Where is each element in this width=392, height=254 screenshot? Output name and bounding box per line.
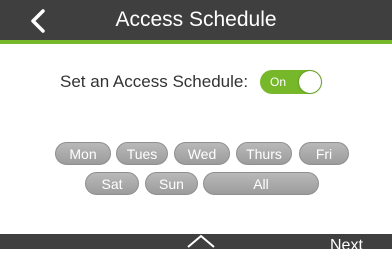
page-title: Access Schedule [115, 8, 277, 31]
day-button-all[interactable]: All [203, 172, 319, 195]
day-button-tues[interactable]: Tues [116, 142, 168, 165]
day-button-mon[interactable]: Mon [55, 142, 111, 165]
day-button-thurs[interactable]: Thurs [236, 142, 292, 165]
header-bar: Access Schedule [0, 0, 392, 44]
access-schedule-label: Set an Access Schedule: [60, 72, 249, 91]
chevron-left-icon [31, 9, 45, 33]
toggle-knob [299, 71, 321, 93]
day-button-sun[interactable]: Sun [145, 172, 198, 195]
next-button[interactable]: Next [330, 238, 363, 254]
day-button-wed[interactable]: Wed [174, 142, 230, 165]
toggle-state-label: On [270, 75, 287, 89]
day-button-fri[interactable]: Fri [299, 142, 349, 165]
home-icon[interactable] [186, 233, 216, 249]
back-button[interactable] [26, 7, 52, 35]
day-button-sat[interactable]: Sat [85, 172, 139, 195]
access-schedule-toggle[interactable]: On [260, 70, 322, 94]
